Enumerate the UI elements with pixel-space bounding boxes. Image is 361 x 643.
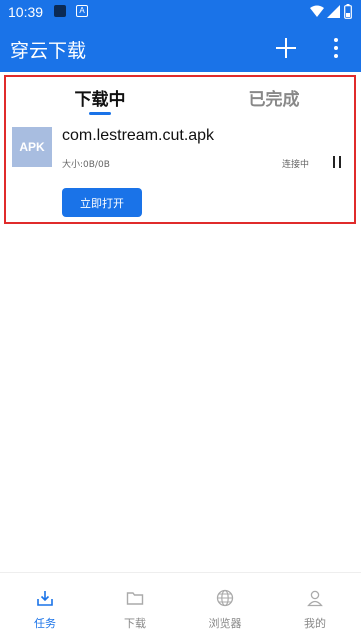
notification-square-icon: [54, 5, 66, 17]
open-now-button[interactable]: 立即打开: [62, 188, 142, 217]
connection-status: 连接中: [282, 160, 310, 170]
pause-icon[interactable]: [332, 156, 342, 168]
status-time: 10:39: [8, 4, 44, 20]
wifi-icon: [310, 5, 324, 17]
bottom-nav: 任务 下载 浏览器 我的: [0, 572, 361, 643]
tab-indicator: [89, 112, 111, 115]
folder-icon: [126, 592, 144, 605]
tab-completed[interactable]: 已完成: [224, 85, 324, 111]
tray-download-icon: [37, 591, 53, 606]
file-name: com.lestream.cut.apk: [62, 127, 215, 144]
app-title: 穿云下载: [10, 40, 87, 62]
nav-item-browser[interactable]: 浏览器: [180, 573, 270, 643]
battery-icon: [344, 4, 352, 19]
nav-label-browser: 浏览器: [208, 617, 242, 630]
apk-file-icon: APK: [12, 127, 52, 167]
download-panel: 下载中 已完成 APK com.lestream.cut.apk 大小:0B/0…: [4, 75, 356, 224]
nav-item-me[interactable]: 我的: [270, 573, 360, 643]
top-area: 10:39 A 穿云下载: [0, 0, 361, 72]
nav-label-tasks: 任务: [34, 617, 56, 630]
add-icon[interactable]: [275, 37, 297, 59]
nav-label-me: 我的: [304, 617, 326, 630]
file-size: 大小:0B/0B: [62, 160, 110, 170]
globe-icon: [216, 589, 234, 607]
person-icon: [307, 590, 323, 607]
more-vert-icon[interactable]: [326, 37, 346, 59]
nav-label-downloads: 下载: [124, 617, 146, 630]
nav-item-tasks[interactable]: 任务: [0, 573, 90, 643]
notification-a-icon: A: [76, 5, 88, 17]
tab-downloading[interactable]: 下载中: [50, 85, 150, 111]
status-bar: 10:39 A: [0, 0, 361, 24]
nav-item-downloads[interactable]: 下载: [90, 573, 180, 643]
signal-icon: [327, 5, 340, 18]
